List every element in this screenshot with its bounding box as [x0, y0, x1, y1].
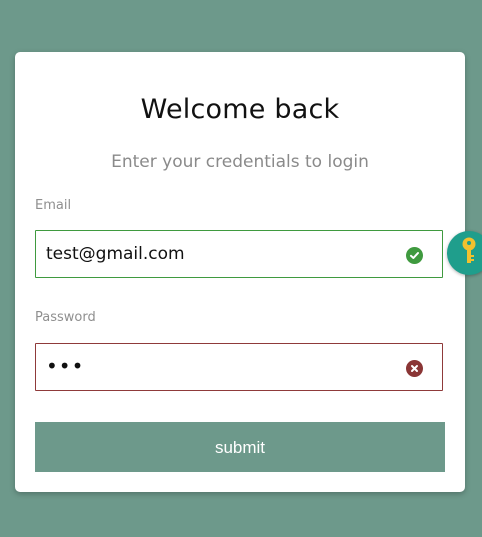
password-field[interactable]: •••	[35, 343, 443, 391]
submit-button[interactable]: submit	[35, 422, 445, 472]
email-field[interactable]: test@gmail.com	[35, 230, 443, 278]
password-label: Password	[35, 310, 96, 325]
x-circle-icon	[406, 360, 423, 377]
email-label: Email	[35, 198, 72, 213]
check-circle-icon	[406, 247, 423, 264]
email-value: test@gmail.com	[46, 244, 185, 264]
page-title: Welcome back	[140, 94, 340, 125]
key-icon	[458, 236, 480, 270]
page-subtitle: Enter your credentials to login	[111, 152, 369, 172]
password-value: •••	[46, 354, 85, 378]
login-card: Welcome back Enter your credentials to l…	[15, 52, 465, 492]
